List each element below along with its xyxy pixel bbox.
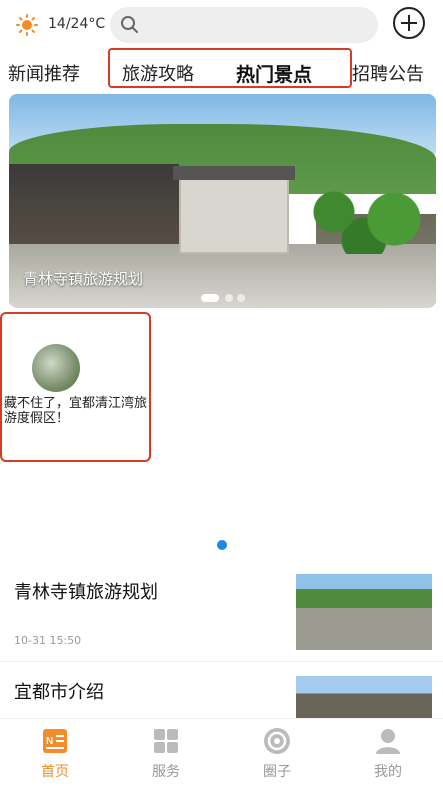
top-bar: 14/24°C bbox=[0, 0, 443, 50]
carousel-dot[interactable] bbox=[201, 294, 219, 302]
nav-home[interactable]: N 首页 bbox=[0, 719, 110, 788]
spot-thumbnail bbox=[32, 344, 80, 392]
article-title: 宜都市介绍 bbox=[14, 682, 104, 703]
nav-circle[interactable]: 圈子 bbox=[222, 719, 332, 788]
grid-icon bbox=[154, 729, 178, 753]
carousel-dot[interactable] bbox=[237, 294, 245, 302]
banner-gate bbox=[173, 166, 295, 254]
banner-carousel[interactable]: 青林寺镇旅游规划 bbox=[9, 94, 436, 308]
page-indicator-dot bbox=[217, 540, 227, 550]
article-time: 10-31 15:50 bbox=[14, 634, 82, 647]
spiral-icon bbox=[264, 728, 290, 754]
list-item[interactable]: 青林寺镇旅游规划 10-31 15:50 bbox=[0, 572, 443, 662]
nav-services[interactable]: 服务 bbox=[111, 719, 221, 788]
search-icon bbox=[121, 16, 138, 33]
tab-news[interactable]: 新闻推荐 bbox=[8, 60, 80, 86]
tab-highlight-box bbox=[108, 48, 352, 88]
news-icon: N bbox=[43, 729, 67, 753]
nav-label: 首页 bbox=[41, 764, 69, 780]
article-title: 青林寺镇旅游规划 bbox=[14, 582, 158, 603]
user-icon bbox=[376, 729, 400, 754]
plus-circle-icon[interactable] bbox=[393, 7, 425, 39]
spot-card[interactable]: 藏不住了，宜都清江湾旅游度假区！ bbox=[0, 312, 151, 462]
bottom-nav: N 首页 服务 圈子 我的 bbox=[0, 718, 443, 788]
article-thumbnail bbox=[296, 574, 432, 650]
spot-title: 藏不住了，宜都清江湾旅游度假区！ bbox=[4, 396, 148, 426]
list-item[interactable]: 宜都市介绍 bbox=[0, 672, 443, 720]
article-thumbnail bbox=[296, 676, 432, 720]
svg-text:N: N bbox=[46, 736, 53, 747]
temperature-label: 14/24°C bbox=[48, 16, 106, 32]
banner-caption: 青林寺镇旅游规划 bbox=[23, 270, 144, 288]
search-input[interactable] bbox=[110, 7, 378, 43]
nav-label: 圈子 bbox=[263, 764, 291, 780]
nav-label: 服务 bbox=[152, 764, 180, 780]
banner-trees bbox=[289, 184, 436, 254]
nav-label: 我的 bbox=[374, 764, 402, 780]
carousel-dot[interactable] bbox=[225, 294, 233, 302]
sun-icon bbox=[16, 14, 38, 36]
tab-jobs[interactable]: 招聘公告 bbox=[352, 60, 424, 86]
nav-mine[interactable]: 我的 bbox=[333, 719, 443, 788]
